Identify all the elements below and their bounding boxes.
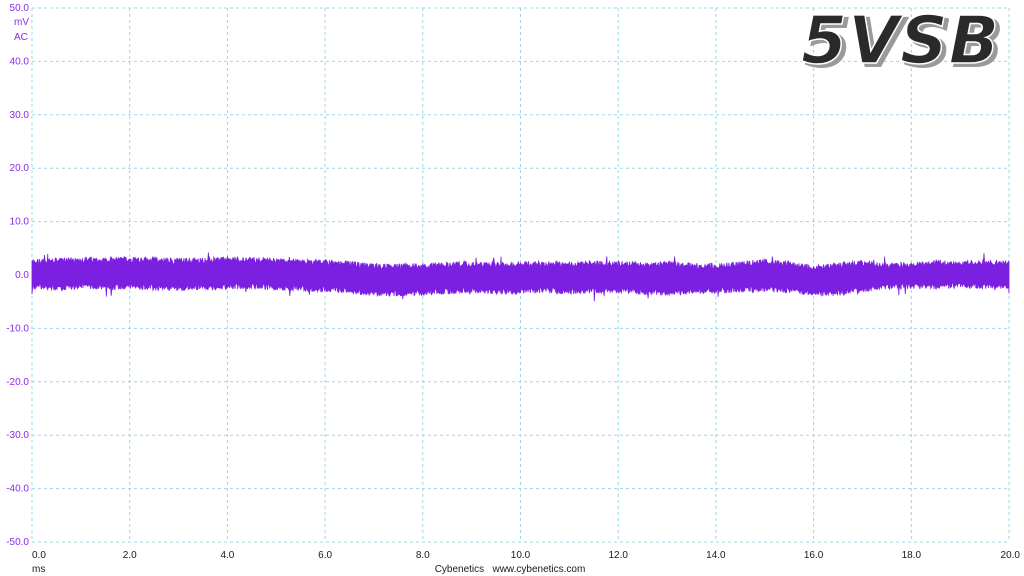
x-tick-label: 12.0 [608,550,628,561]
ripple-trace [31,252,1010,302]
x-tick-label: 6.0 [318,550,332,561]
chart-title: 5VSB [801,2,1000,79]
y-tick-label: 30.0 [10,110,30,121]
x-tick-label: 20.0 [1001,550,1021,561]
y-axis-mode-label: AC [14,32,28,43]
x-tick-label: 10.0 [511,550,531,561]
x-tick-label: 18.0 [902,550,922,561]
y-tick-label: -40.0 [6,484,29,495]
ripple-band [31,252,1010,302]
x-axis-unit-label: ms [32,564,45,575]
y-tick-label: 40.0 [10,56,30,67]
x-tick-label: 0.0 [32,550,46,561]
y-tick-label: -30.0 [6,430,29,441]
y-tick-label: 10.0 [10,217,30,228]
x-tick-label: 2.0 [123,550,137,561]
y-tick-label: 0.0 [15,270,29,281]
oscilloscope-chart: 50.0 40.0 30.0 20.0 10.0 0.0 -10.0 -20.0 -30.0 -4… [6,1,1020,575]
x-tick-label: 8.0 [416,550,430,561]
y-axis-unit-label: mV [14,17,29,28]
y-tick-label: -10.0 [6,323,29,334]
footer-credit: Cybenetics www.cybenetics.com [435,564,586,575]
x-tick-labels: 0.0 2.0 4.0 6.0 8.0 10.0 12.0 14.0 16.0 18.0 20.0 [32,550,1020,561]
y-tick-label: -20.0 [6,377,29,388]
y-tick-label: -50.0 [6,537,29,548]
y-tick-label: 50.0 [10,3,30,14]
y-tick-labels: 50.0 40.0 30.0 20.0 10.0 0.0 -10.0 -20.0 -30.0 -4… [6,3,29,548]
x-tick-label: 4.0 [220,550,234,561]
y-tick-label: 20.0 [10,163,30,174]
x-tick-label: 16.0 [804,550,824,561]
x-tick-label: 14.0 [706,550,726,561]
